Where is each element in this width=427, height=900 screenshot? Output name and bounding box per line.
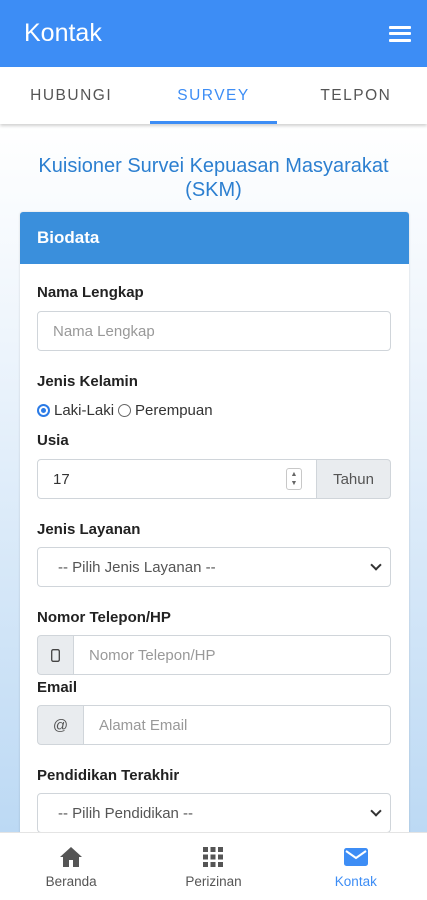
usia-value: 17 xyxy=(53,470,70,488)
phone-icon xyxy=(37,635,74,675)
radio-perempuan[interactable] xyxy=(118,404,132,417)
email-placeholder: Alamat Email xyxy=(99,716,188,734)
home-icon xyxy=(59,844,83,870)
telepon-input[interactable]: Nomor Telepon/HP xyxy=(74,635,391,675)
tab-telpon[interactable]: TELPON xyxy=(285,67,427,124)
bottom-nav: Beranda Perizinan Kontak xyxy=(0,832,427,900)
biodata-card: Biodata Nama Lengkap Nama Lengkap Jenis … xyxy=(20,212,409,832)
layanan-select[interactable]: -- Pilih Jenis Layanan -- xyxy=(37,547,391,587)
nama-label: Nama Lengkap xyxy=(37,284,144,301)
nama-input[interactable]: Nama Lengkap xyxy=(37,311,391,351)
nav-kontak[interactable]: Kontak xyxy=(285,833,427,900)
radio-laki-laki[interactable] xyxy=(37,404,50,417)
telepon-placeholder: Nomor Telepon/HP xyxy=(89,646,216,664)
email-input[interactable]: Alamat Email xyxy=(84,705,391,745)
mail-icon xyxy=(343,844,368,870)
telepon-label: Nomor Telepon/HP xyxy=(37,609,171,626)
hamburger-menu-icon[interactable] xyxy=(389,25,411,42)
tab-survey[interactable]: SURVEY xyxy=(142,67,284,124)
nav-label-perizinan: Perizinan xyxy=(185,874,242,889)
nav-perizinan[interactable]: Perizinan xyxy=(142,833,284,900)
usia-label: Usia xyxy=(37,432,69,449)
usia-unit: Tahun xyxy=(317,459,391,499)
layanan-label: Jenis Layanan xyxy=(37,521,141,538)
nav-label-kontak: Kontak xyxy=(334,874,377,889)
radio-label-laki-laki: Laki-Laki xyxy=(54,402,115,419)
layanan-selected: -- Pilih Jenis Layanan -- xyxy=(58,558,216,576)
survey-title: Kuisioner Survei Kepuasan Masyarakat (SK… xyxy=(38,155,389,201)
pendidikan-selected: -- Pilih Pendidikan -- xyxy=(58,804,194,822)
usia-input-group: 17 ▲ ▼ Tahun xyxy=(37,459,391,499)
gender-label: Jenis Kelamin xyxy=(37,373,138,390)
email-label: Email xyxy=(37,679,78,696)
pendidikan-select[interactable]: -- Pilih Pendidikan -- xyxy=(37,793,391,832)
app-bar: Kontak xyxy=(0,0,427,67)
telepon-input-group: Nomor Telepon/HP xyxy=(37,635,391,675)
pendidikan-label: Pendidikan Terakhir xyxy=(37,767,180,784)
usia-input[interactable]: 17 ▲ ▼ xyxy=(37,459,317,499)
radio-label-perempuan: Perempuan xyxy=(135,402,213,419)
page-title: Kontak xyxy=(24,19,102,47)
card-header: Biodata xyxy=(20,212,409,264)
tab-bar: HUBUNGI SURVEY TELPON xyxy=(0,67,427,124)
nama-placeholder: Nama Lengkap xyxy=(53,322,155,340)
chevron-down-icon xyxy=(370,559,382,571)
nav-label-beranda: Beranda xyxy=(45,874,97,889)
chevron-down-icon xyxy=(370,805,382,817)
at-icon: @ xyxy=(37,705,84,745)
survey-content[interactable]: Kuisioner Survei Kepuasan Masyarakat (SK… xyxy=(0,124,427,832)
number-spinner-icon[interactable]: ▲ ▼ xyxy=(286,468,302,490)
nav-beranda[interactable]: Beranda xyxy=(0,833,142,900)
gender-radio-group: Laki-Laki Perempuan xyxy=(37,402,217,419)
tab-hubungi[interactable]: HUBUNGI xyxy=(0,67,142,124)
email-input-group: @ Alamat Email xyxy=(37,705,391,745)
grid-icon xyxy=(202,844,224,870)
